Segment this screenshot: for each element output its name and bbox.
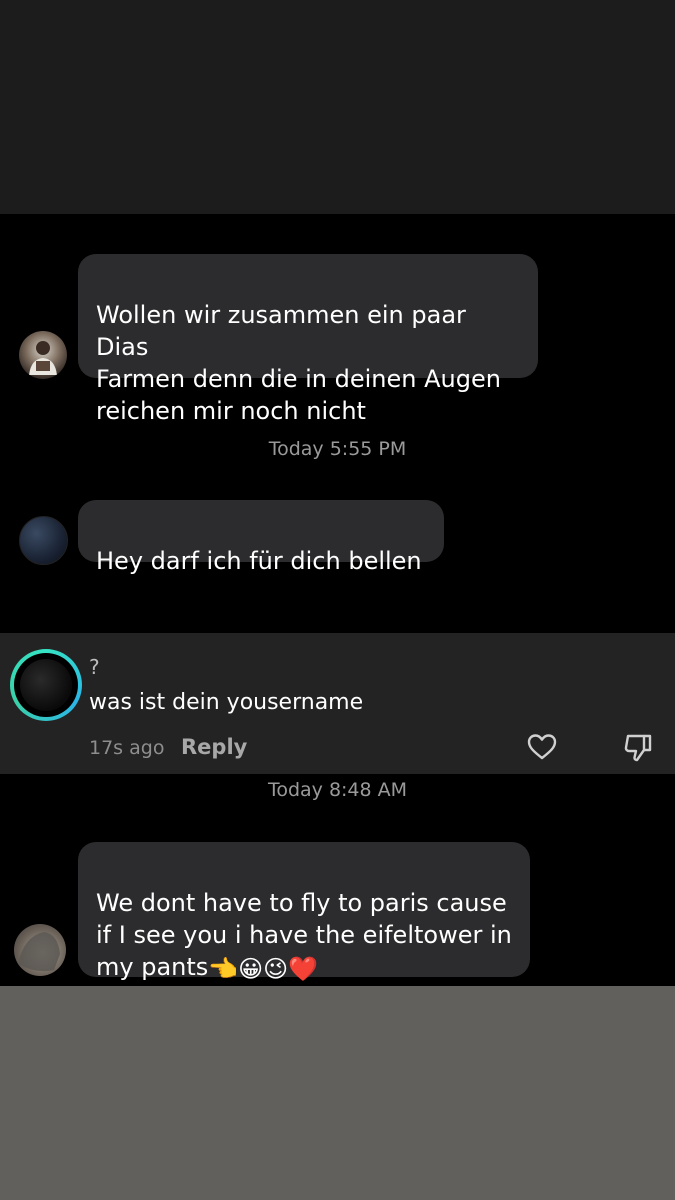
timestamp-2: Today 8:48 AM xyxy=(267,779,408,801)
comment-time: 17s ago xyxy=(89,737,165,759)
person-photo-icon xyxy=(29,341,57,375)
sender-avatar-1[interactable] xyxy=(19,331,67,379)
thumbs-down-icon[interactable] xyxy=(622,733,654,763)
top-blank-area xyxy=(0,0,675,214)
timestamp-1: Today 5:55 PM xyxy=(268,438,407,460)
message-bubble-3: We dont have to fly to paris cause if I … xyxy=(78,842,530,983)
reply-button[interactable]: Reply xyxy=(181,735,247,759)
message-bubble-2: Hey darf ich für dich bellen xyxy=(78,500,444,575)
comment-text: was ist dein yousername xyxy=(89,690,364,715)
sender-avatar-3[interactable] xyxy=(14,924,66,976)
heart-outline-icon[interactable] xyxy=(527,733,557,761)
message-bubble-1: Wollen wir zusammen ein paar Dias Farmen… xyxy=(78,254,538,425)
commenter-avatar[interactable] xyxy=(10,649,82,721)
bottom-blank-area xyxy=(0,986,675,1200)
sender-avatar-2[interactable] xyxy=(19,516,68,565)
comment-username[interactable]: ? xyxy=(89,655,100,679)
person-photo-icon xyxy=(18,932,60,972)
message-text-2: Hey darf ich für dich bellen xyxy=(96,547,422,575)
message-emojis-3: 👈😀😉❤️ xyxy=(208,955,319,983)
